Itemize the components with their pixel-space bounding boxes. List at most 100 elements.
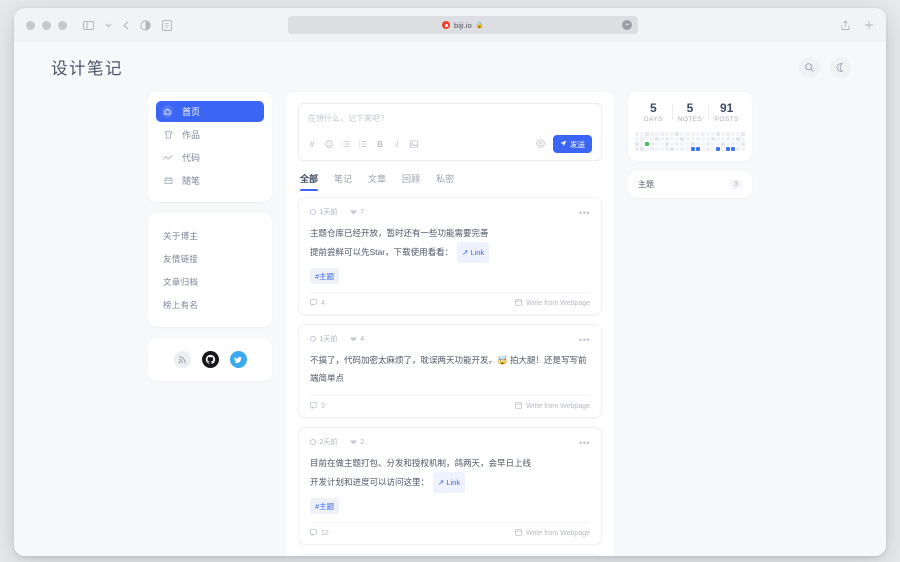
twitter-icon[interactable] [230,351,247,368]
heatmap-cell [721,147,725,151]
heatmap-cell [721,132,725,136]
sidebar-item-code[interactable]: 代码 [156,147,264,168]
sidebar-links-card: 关于博主 友情链接 文章归档 榜上有名 [148,213,272,327]
sidebar-link-friends[interactable]: 友情链接 [163,247,257,270]
heatmap-cell [650,147,654,151]
more-options-icon[interactable]: ••• [579,335,590,345]
image-icon[interactable] [410,139,418,149]
sidebar-item-essay[interactable]: 随笔 [156,170,264,191]
heatmap-cell [726,132,730,136]
heatmap-cell [721,137,725,141]
heatmap-cell [675,137,679,141]
post-time-label: 2天前 [320,437,338,447]
share-icon[interactable] [841,20,850,31]
heatmap-cell [726,147,730,151]
comment-icon [310,299,317,308]
heatmap-cell [721,142,725,146]
post-comments[interactable]: 3 [310,402,325,411]
minimize-button[interactable] [42,21,51,30]
tab-review[interactable]: 回顾 [402,172,420,191]
heart-icon: ❤ [350,208,356,217]
table-row[interactable]: 5天前 ❤ 4 ••• [298,554,602,556]
heatmap-cell [640,142,644,146]
post-tag[interactable]: #主题 [310,498,339,514]
heatmap-cell [675,147,679,151]
post-link-chip[interactable]: ↗Link [457,242,489,263]
sidebar-item-label: 随笔 [182,174,200,187]
clock-icon [310,439,316,445]
tab-articles[interactable]: 文章 [368,172,386,191]
heatmap-cell [701,132,705,136]
post-link-chip[interactable]: ↗Link [433,472,465,493]
bold-icon[interactable]: B [376,139,384,149]
italic-icon[interactable]: I [393,139,401,149]
post-comments[interactable]: 12 [310,529,329,538]
heatmap-cell [706,147,710,151]
composer[interactable]: 在想什么，记下来吧? # [298,103,602,161]
post-time: 1天前 [310,207,337,217]
table-row[interactable]: 2天前 ❤ 2 ••• 目前在做主题打包、分发和授权机制，鸽两天，会早日上线 [298,427,602,545]
table-row[interactable]: 1天前 ❤ 7 ••• 主题仓库已经开放，暂时还有一些功能需要完善 [298,197,602,315]
post-likes[interactable]: ❤ 7 [350,208,364,217]
heatmap-cell [645,142,649,146]
pen-icon [163,176,173,185]
lock-icon: 🔒 [476,21,484,29]
history-icon[interactable] [140,20,151,31]
address-bar[interactable]: biji.io 🔒 ••• [288,16,638,34]
emoji-icon[interactable] [325,139,333,149]
stat-label: DAYS [635,116,672,123]
post-tag[interactable]: #主题 [310,268,339,284]
lock-icon[interactable] [536,135,545,153]
tab-private[interactable]: 私密 [436,172,454,191]
moon-icon[interactable] [830,57,851,78]
post-likes[interactable]: ❤ 2 [350,438,364,447]
ordered-list-icon[interactable] [359,139,367,149]
post-comments[interactable]: 4 [310,299,325,308]
send-button[interactable]: 发送 [553,135,592,153]
heatmap-cell [701,147,705,151]
heatmap-cell [665,137,669,141]
sidebar-link-archive[interactable]: 文章归档 [163,270,257,293]
search-icon[interactable] [799,57,820,78]
heatmap-cell [645,147,649,151]
composer-input[interactable]: 在想什么，记下来吧? [308,113,592,124]
extension-icon[interactable]: ••• [622,20,632,30]
send-label: 发送 [570,139,585,150]
post-time: 1天前 [310,334,337,344]
chevron-down-icon[interactable] [105,23,112,28]
sidebar-link-ranking[interactable]: 榜上有名 [163,293,257,316]
zoom-button[interactable] [58,21,67,30]
heatmap-cell [670,142,674,146]
sidebar-item-home[interactable]: 首页 [156,101,264,122]
more-options-icon[interactable]: ••• [579,208,590,218]
table-row[interactable]: 1天前 ❤ 4 ••• 不搞了，代码加密太麻烦了，耽误两天功能开发。🤯 拍大腿！… [298,324,602,418]
sidebar-item-label: 首页 [182,105,200,118]
window-controls[interactable] [26,21,67,30]
post-comments-count: 4 [321,300,325,307]
tag-row[interactable]: 主题 3 [638,179,742,190]
stat-number: 91 [708,101,745,115]
right-panel: 5 DAYS 5 NOTES 91 POSTS [628,92,752,556]
github-icon[interactable] [202,351,219,368]
more-options-icon[interactable]: ••• [579,438,590,448]
post-line-text: 提前尝鲜可以先Star，下载使用看看： [310,247,453,257]
tab-all[interactable]: 全部 [300,172,318,191]
browser-toolbar: biji.io 🔒 ••• [14,8,886,42]
list-icon[interactable] [342,139,350,149]
heatmap-cell [736,137,740,141]
tab-notes[interactable]: 笔记 [334,172,352,191]
post-likes[interactable]: ❤ 4 [350,335,364,344]
sidebar-icon[interactable] [83,21,94,30]
heatmap-cell [731,147,735,151]
heatmap-cell [685,142,689,146]
rss-icon[interactable] [174,351,191,368]
new-tab-icon[interactable] [864,20,874,30]
post-feed: 1天前 ❤ 7 ••• 主题仓库已经开放，暂时还有一些功能需要完善 [298,191,602,556]
sidebar-item-works[interactable]: 作品 [156,124,264,145]
back-icon[interactable] [123,21,129,30]
sidebar-link-about[interactable]: 关于博主 [163,224,257,247]
hash-icon[interactable]: # [308,139,316,149]
heatmap-cell [635,147,639,151]
reader-icon[interactable] [162,20,172,31]
close-button[interactable] [26,21,35,30]
